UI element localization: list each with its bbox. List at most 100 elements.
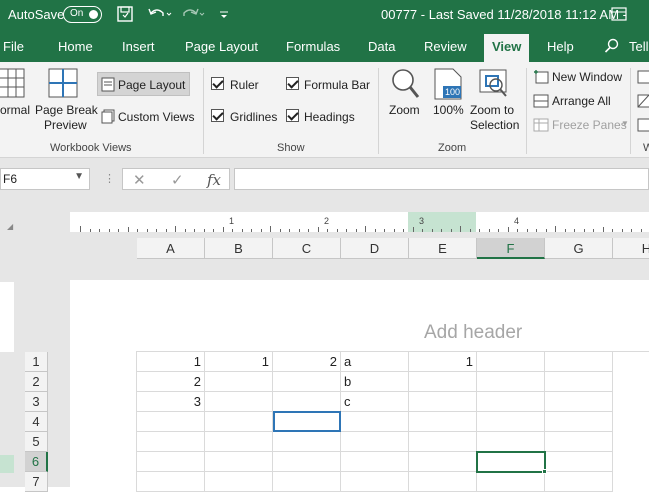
arrange-all-icon[interactable]	[533, 93, 549, 112]
zoom-to-selection-label-1[interactable]: Zoom to	[470, 103, 514, 117]
row-header[interactable]: 4	[25, 412, 48, 432]
tell-me-box[interactable]: Tell	[629, 39, 649, 54]
row-header[interactable]: 1	[25, 352, 48, 372]
cell[interactable]: b	[341, 372, 409, 392]
cell[interactable]	[273, 392, 341, 412]
new-window-icon[interactable]	[533, 69, 549, 88]
split-icon[interactable]	[637, 70, 649, 87]
cell[interactable]: 2	[137, 372, 205, 392]
cell[interactable]: 1	[137, 352, 205, 372]
zoom-to-selection-icon[interactable]	[478, 68, 510, 103]
cell[interactable]	[545, 372, 613, 392]
new-window-label[interactable]: New Window	[552, 70, 622, 84]
column-header-h[interactable]: H	[613, 238, 649, 259]
row-header[interactable]: 3	[25, 392, 48, 412]
cell[interactable]	[477, 432, 545, 452]
ruler-checkbox[interactable]	[211, 77, 224, 90]
active-cell-f6[interactable]	[476, 451, 546, 473]
headings-checkbox[interactable]	[286, 109, 299, 122]
page-break-preview-icon[interactable]	[48, 68, 78, 101]
autosave-toggle[interactable]: On	[63, 6, 102, 23]
row-header[interactable]: 2	[25, 372, 48, 392]
cell[interactable]	[273, 452, 341, 472]
tab-data[interactable]: Data	[368, 39, 395, 54]
cell[interactable]	[409, 392, 477, 412]
zoom-label[interactable]: Zoom	[389, 103, 420, 117]
cell[interactable]: c	[341, 392, 409, 412]
cell[interactable]	[137, 412, 205, 432]
cell[interactable]	[545, 412, 613, 432]
cell[interactable]: 2	[273, 352, 341, 372]
fill-handle[interactable]	[542, 469, 547, 474]
cell[interactable]	[409, 372, 477, 392]
cell[interactable]	[545, 352, 613, 372]
column-header-c[interactable]: C	[273, 238, 341, 259]
cell[interactable]	[477, 412, 545, 432]
cell[interactable]	[205, 452, 273, 472]
formula-bar-checkbox[interactable]	[286, 77, 299, 90]
custom-views-icon[interactable]	[101, 109, 115, 127]
gridlines-checkbox[interactable]	[211, 109, 224, 122]
cell[interactable]	[137, 452, 205, 472]
cell[interactable]: 1	[205, 352, 273, 372]
cell[interactable]	[137, 472, 205, 492]
enter-icon[interactable]: ✓	[171, 171, 184, 189]
freeze-panes-icon[interactable]	[533, 117, 549, 136]
unhide-icon[interactable]	[637, 118, 649, 135]
undo-icon[interactable]	[147, 5, 173, 27]
cell[interactable]	[477, 472, 545, 492]
cell[interactable]	[205, 372, 273, 392]
cell[interactable]	[545, 472, 613, 492]
zoom-icon[interactable]	[390, 68, 420, 103]
cell[interactable]	[205, 472, 273, 492]
page-break-label-2[interactable]: Preview	[44, 118, 87, 132]
cell[interactable]	[273, 472, 341, 492]
tab-view[interactable]: View	[484, 34, 530, 62]
tab-insert[interactable]: Insert	[122, 39, 155, 54]
zoom-to-selection-label-2[interactable]: Selection	[470, 118, 519, 132]
zoom-100-label[interactable]: 100%	[433, 103, 464, 117]
row-header[interactable]: 7	[25, 472, 48, 492]
name-box[interactable]: F6 ▼	[0, 168, 90, 190]
hide-icon[interactable]	[637, 94, 649, 111]
tab-file[interactable]: File	[3, 39, 24, 54]
cell[interactable]	[477, 372, 545, 392]
cell[interactable]	[545, 452, 613, 472]
freeze-panes-dropdown-icon[interactable]: ▼	[621, 119, 629, 128]
cell[interactable]: a	[341, 352, 409, 372]
cell[interactable]	[409, 452, 477, 472]
tab-review[interactable]: Review	[424, 39, 467, 54]
row-header[interactable]: 5	[25, 432, 48, 452]
chevron-down-icon[interactable]: ▼	[74, 171, 84, 182]
lightbulb-search-icon[interactable]	[604, 38, 620, 57]
cell[interactable]	[205, 432, 273, 452]
save-icon[interactable]	[116, 5, 134, 27]
column-header-e[interactable]: E	[409, 238, 477, 259]
cell[interactable]	[273, 372, 341, 392]
row-header[interactable]: 6	[25, 452, 48, 472]
page-break-label-1[interactable]: Page Break	[35, 103, 98, 117]
cell[interactable]	[341, 432, 409, 452]
normal-view-icon[interactable]	[0, 68, 26, 101]
insert-function-icon[interactable]: fx	[207, 171, 221, 189]
cell[interactable]	[273, 432, 341, 452]
column-header-f[interactable]: F	[477, 238, 545, 259]
cell[interactable]	[409, 472, 477, 492]
formula-input[interactable]	[234, 168, 649, 190]
cell[interactable]	[409, 432, 477, 452]
cell[interactable]	[341, 452, 409, 472]
cell[interactable]: 1	[409, 352, 477, 372]
add-header-placeholder[interactable]: Add header	[424, 322, 522, 344]
customize-toolbar-icon[interactable]	[218, 5, 230, 27]
cell[interactable]	[545, 432, 613, 452]
cell[interactable]	[341, 472, 409, 492]
ribbon-display-icon[interactable]	[611, 6, 627, 26]
cell[interactable]	[205, 392, 273, 412]
cancel-icon[interactable]: ✕	[133, 171, 146, 189]
column-header-d[interactable]: D	[341, 238, 409, 259]
tab-help[interactable]: Help	[547, 39, 574, 54]
select-all-icon[interactable]: ◢	[7, 222, 13, 231]
column-header-b[interactable]: B	[205, 238, 273, 259]
tab-home[interactable]: Home	[58, 39, 93, 54]
normal-view-label[interactable]: ormal	[0, 103, 30, 117]
